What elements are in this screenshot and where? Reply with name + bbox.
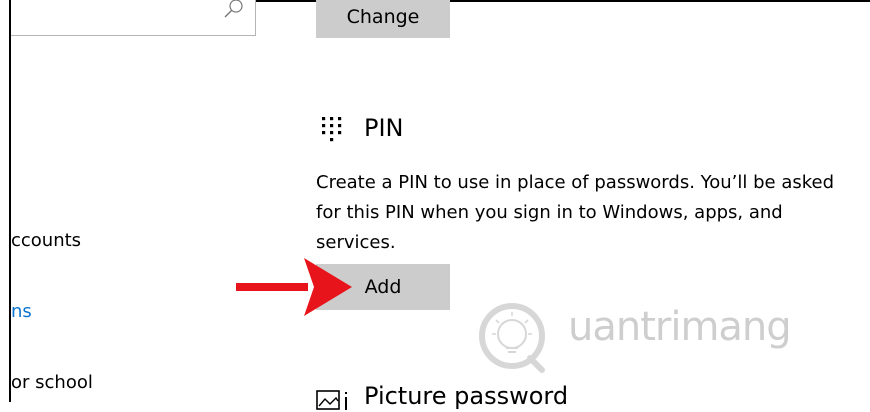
- search-input[interactable]: [11, 0, 256, 36]
- pin-description: Create a PIN to use in place of password…: [316, 172, 835, 253]
- picture-password-title: Picture password: [364, 382, 569, 410]
- keypad-icon: [322, 117, 342, 142]
- window-frame-left: [9, 0, 11, 402]
- add-button-label: Add: [364, 276, 402, 298]
- nav-item-work-or-school[interactable]: or school: [11, 372, 93, 393]
- picture-icon: [316, 390, 347, 410]
- nav-item-sign-in-options[interactable]: ns: [11, 301, 32, 322]
- change-button-label: Change: [346, 6, 420, 28]
- change-password-button[interactable]: Change: [316, 0, 450, 38]
- nav-item-label: ccounts: [11, 230, 82, 251]
- pin-section-title: PIN: [364, 114, 404, 142]
- red-arrow-annotation: [236, 258, 352, 316]
- nav-item-label: ns: [11, 301, 32, 322]
- nav-item-label: or school: [11, 372, 93, 393]
- nav-item-accounts[interactable]: ccounts: [11, 230, 81, 251]
- watermark-text: uantrimang: [568, 304, 792, 350]
- search-icon[interactable]: [223, 0, 245, 22]
